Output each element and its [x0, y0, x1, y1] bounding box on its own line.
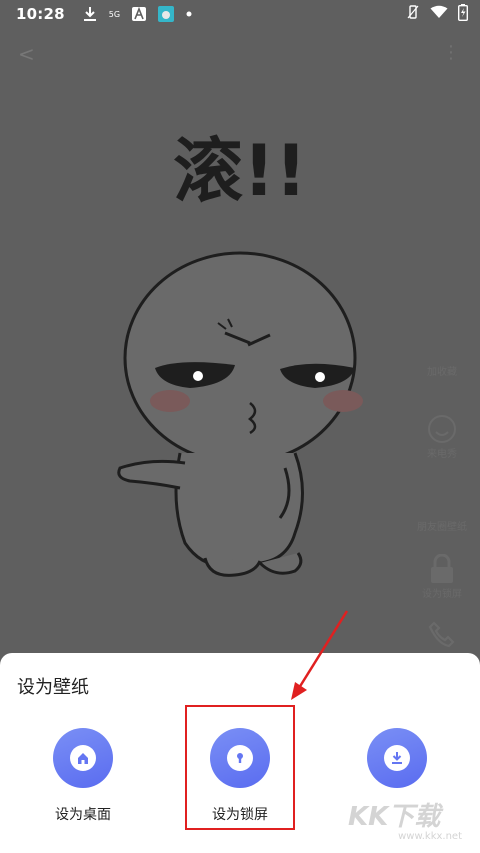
meme-text: 滚!!: [173, 130, 307, 212]
side-action-label: 来电秀: [427, 449, 457, 460]
download-wallpaper-button[interactable]: [337, 728, 457, 804]
vibrate-icon: [406, 4, 420, 24]
wifi-icon: [430, 5, 448, 23]
side-action-label: 加收藏: [427, 367, 457, 378]
side-action-favorite[interactable]: 加收藏: [412, 363, 472, 378]
lock-icon: [426, 553, 458, 585]
app-a-icon: [132, 7, 147, 21]
side-action-moments[interactable]: 朋友圈壁纸: [412, 518, 472, 533]
signal-5g-icon: 5G: [108, 9, 121, 19]
highlight-box: [185, 705, 295, 830]
battery-charging-icon: [457, 3, 469, 25]
wallpaper-image: 滚!!: [117, 130, 363, 577]
download-option-circle: [367, 728, 427, 788]
phone-icon: [426, 618, 458, 650]
side-action-label: 朋友圈壁纸: [417, 522, 467, 533]
side-action-call[interactable]: [412, 618, 472, 650]
pointer-arrow-icon: [291, 610, 349, 700]
dot-icon: [186, 11, 192, 17]
more-menu-icon[interactable]: ⋮: [442, 42, 460, 63]
side-action-label: 设为锁屏: [422, 589, 462, 600]
sheet-title: 设为壁纸: [17, 677, 89, 698]
home-icon: [70, 745, 96, 771]
watermark-logo: KK下载 www.kkx.net: [348, 803, 468, 847]
side-action-ringtone-show[interactable]: 来电秀: [412, 413, 472, 460]
watermark-brand: KK下载: [348, 802, 441, 832]
watermark-url: www.kkx.net: [398, 831, 462, 842]
home-option-circle: [53, 728, 113, 788]
status-bar: 10:28 5G: [0, 0, 480, 28]
set-home-screen-button[interactable]: 设为桌面: [23, 728, 143, 824]
status-time: 10:28: [16, 5, 65, 23]
back-arrow-icon[interactable]: <: [18, 42, 35, 66]
download-icon: [83, 6, 97, 22]
option-label: 设为桌面: [55, 807, 111, 823]
side-action-lock[interactable]: 设为锁屏: [412, 553, 472, 600]
download-icon: [384, 745, 410, 771]
app-cat-icon: [158, 6, 175, 22]
smiley-icon: [426, 413, 458, 445]
wallpaper-preview[interactable]: < ⋮ 滚!! 加收藏 来电秀 朋友圈壁纸 设为锁屏: [0, 28, 480, 653]
